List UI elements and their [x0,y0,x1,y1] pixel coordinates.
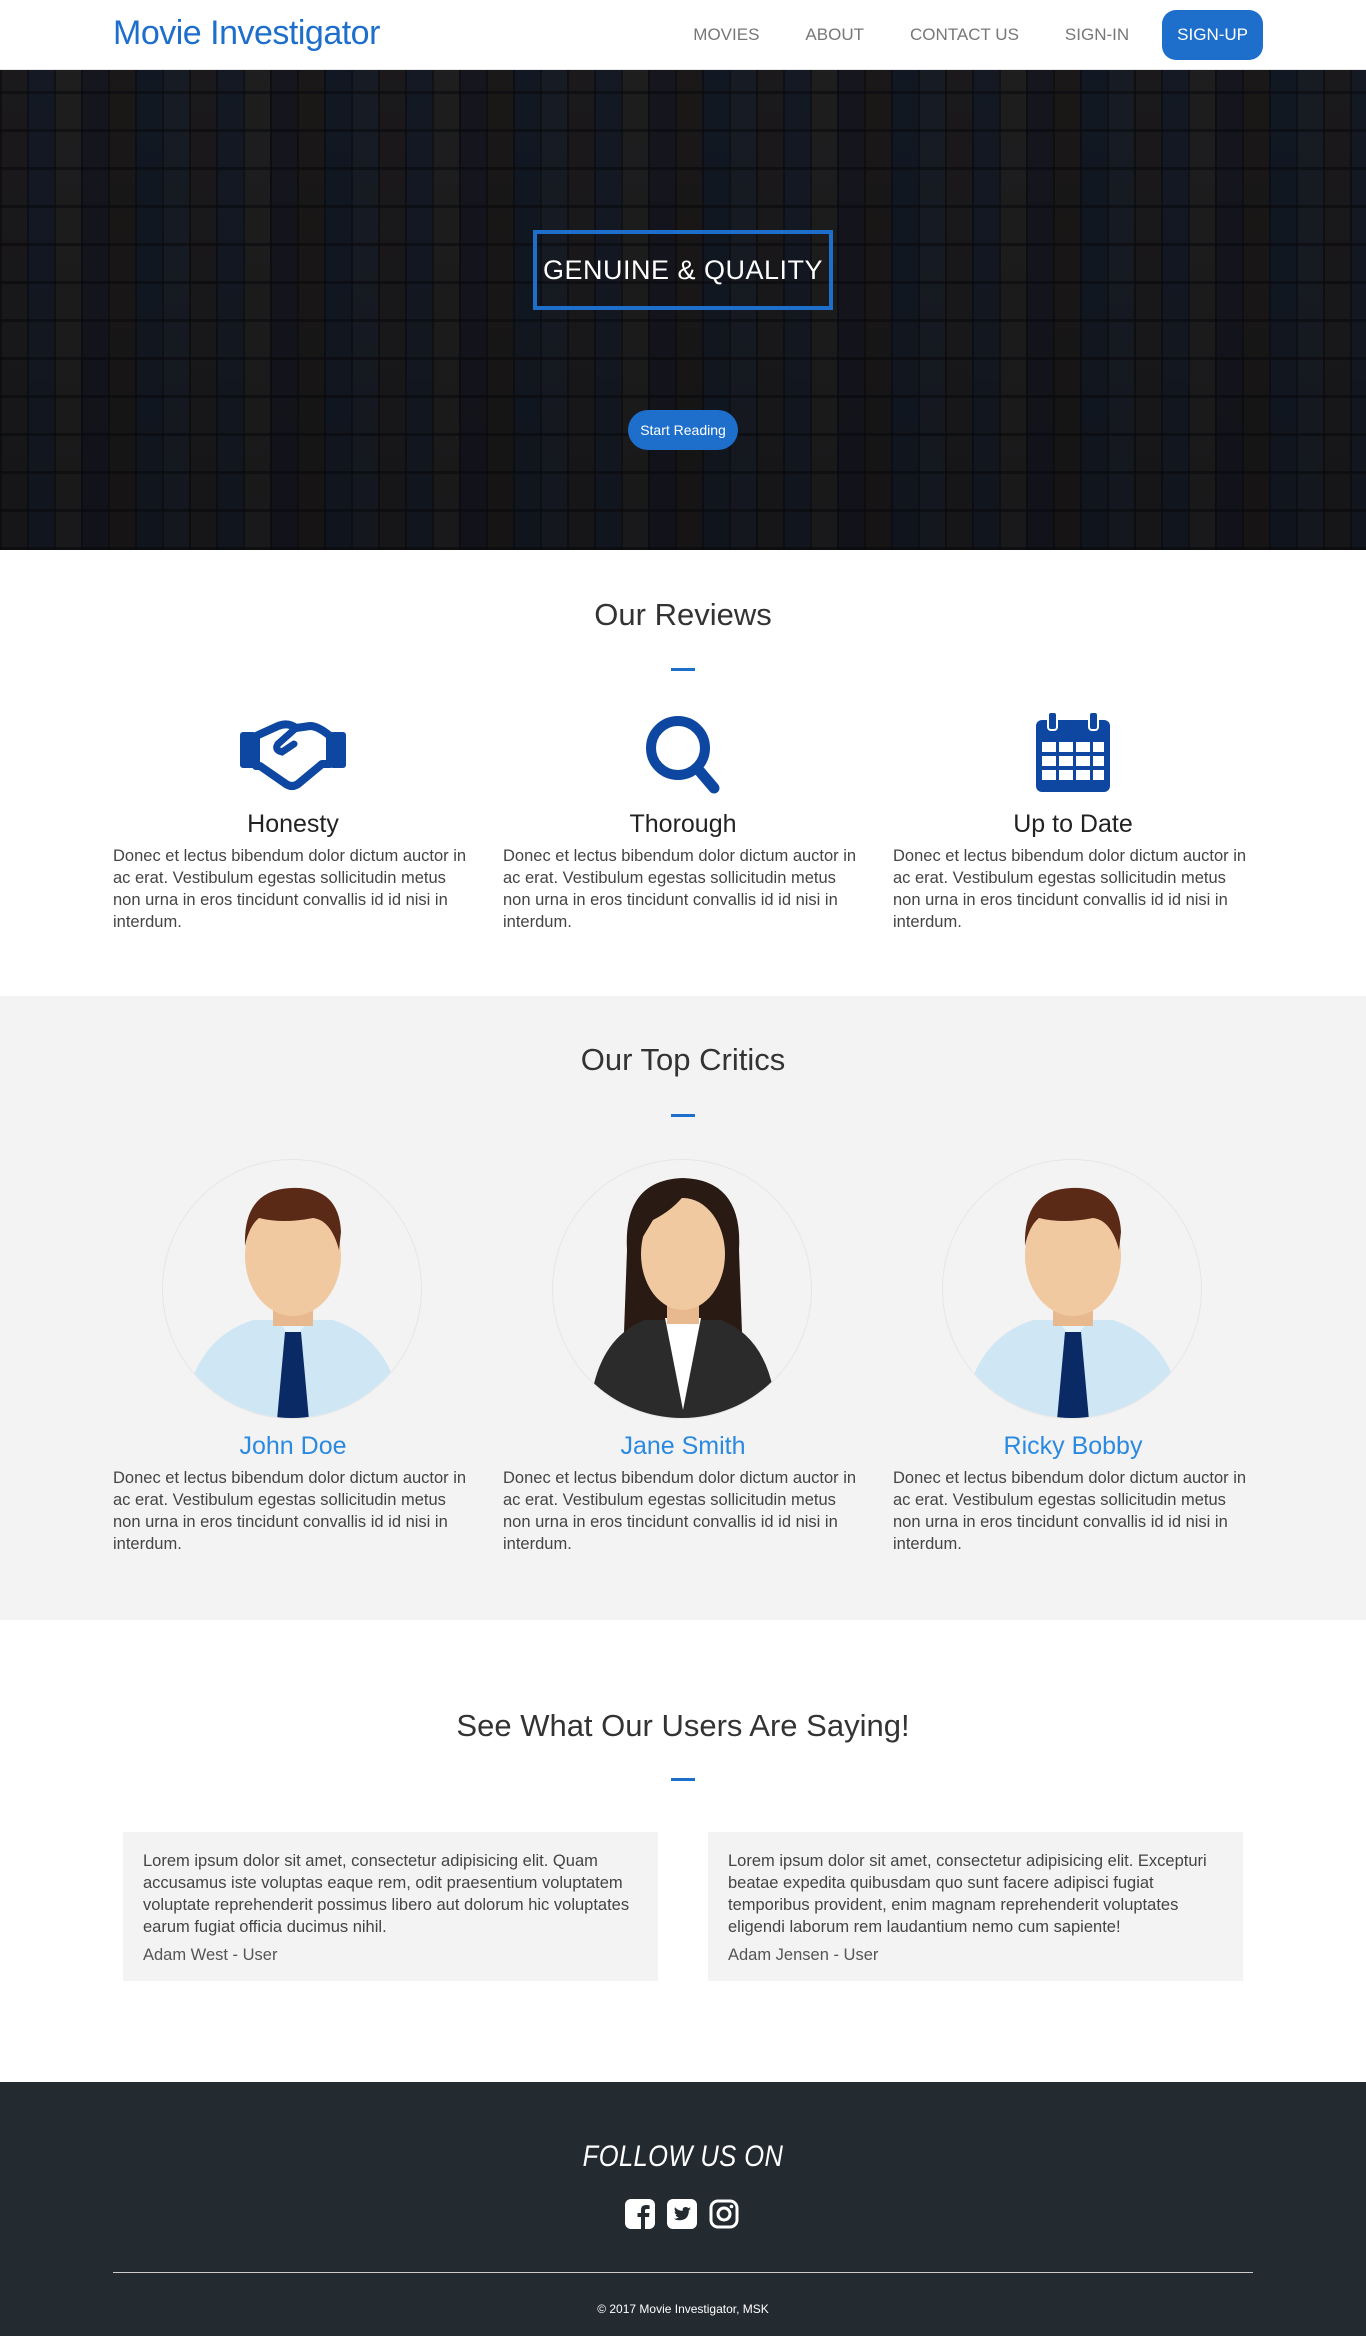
review-title: Thorough [629,810,737,838]
section-divider [671,668,695,671]
twitter-icon[interactable] [666,2198,698,2230]
nav-links: MOVIES ABOUT CONTACT US SIGN-IN SIGN-UP [670,10,1263,60]
follow-heading: FOLLOW US ON [582,2140,784,2173]
critic-name[interactable]: Jane Smith [503,1432,863,1461]
testimonial-author: Adam West - User [143,1946,278,1964]
male-avatar [942,1159,1202,1419]
critics-section: Our Top Critics John Doe Donec et lectus… [0,996,1366,1620]
critic-name[interactable]: John Doe [113,1432,473,1461]
critic-name[interactable]: Ricky Bobby [893,1432,1253,1461]
signup-button[interactable]: SIGN-UP [1162,10,1263,60]
review-title: Honesty [247,810,339,838]
hero-badge: GENUINE & QUALITY [533,230,833,310]
female-avatar [552,1159,812,1419]
hero-banner: GENUINE & QUALITY Start Reading [0,70,1366,550]
nav-link-about[interactable]: ABOUT [805,25,864,45]
facebook-icon[interactable] [624,2198,656,2230]
testimonials-title: See What Our Users Are Saying! [456,1708,910,1743]
critic-card: Jane Smith Donec et lectus bibendum dolo… [503,1432,863,1555]
instagram-icon[interactable] [708,2198,740,2230]
footer: FOLLOW US ON © 2017 Movie Investigator, … [0,2082,1366,2336]
review-text: Donec et lectus bibendum dolor dictum au… [113,847,467,931]
calendar-icon [1018,711,1128,802]
critic-text: Donec et lectus bibendum dolor dictum au… [503,1469,857,1553]
testimonial-card: Lorem ipsum dolor sit amet, consectetur … [708,1832,1243,1981]
review-card: Up to Date Donec et lectus bibendum dolo… [893,810,1253,933]
start-reading-button[interactable]: Start Reading [628,410,738,450]
nav-link-contact[interactable]: CONTACT US [910,25,1019,45]
testimonial-author: Adam Jensen - User [728,1946,879,1964]
male-avatar [162,1159,422,1419]
top-navbar: Movie Investigator MOVIES ABOUT CONTACT … [0,0,1366,70]
critic-card: Ricky Bobby Donec et lectus bibendum dol… [893,1432,1253,1555]
reviews-title: Our Reviews [594,597,772,632]
review-card: Honesty Donec et lectus bibendum dolor d… [113,810,473,933]
review-text: Donec et lectus bibendum dolor dictum au… [503,847,857,931]
critic-card: John Doe Donec et lectus bibendum dolor … [113,1432,473,1555]
handshake-icon [238,712,348,802]
section-divider [671,1114,695,1117]
social-links [624,2198,740,2230]
copyright-text: © 2017 Movie Investigator, MSK [597,2302,769,2316]
review-title: Up to Date [1013,810,1133,838]
review-card: Thorough Donec et lectus bibendum dolor … [503,810,863,933]
critics-title: Our Top Critics [580,1042,786,1077]
footer-divider [113,2272,1253,2273]
nav-link-movies[interactable]: MOVIES [693,25,759,45]
brand-logo[interactable]: Movie Investigator [113,14,380,53]
section-divider [671,1778,695,1781]
search-icon [628,712,738,802]
testimonial-text: Lorem ipsum dolor sit amet, consectetur … [728,1852,1207,1936]
testimonial-card: Lorem ipsum dolor sit amet, consectetur … [123,1832,658,1981]
critic-text: Donec et lectus bibendum dolor dictum au… [113,1469,467,1553]
testimonial-text: Lorem ipsum dolor sit amet, consectetur … [143,1852,630,1936]
nav-link-signin[interactable]: SIGN-IN [1065,25,1129,45]
critic-text: Donec et lectus bibendum dolor dictum au… [893,1469,1247,1553]
review-text: Donec et lectus bibendum dolor dictum au… [893,847,1247,931]
